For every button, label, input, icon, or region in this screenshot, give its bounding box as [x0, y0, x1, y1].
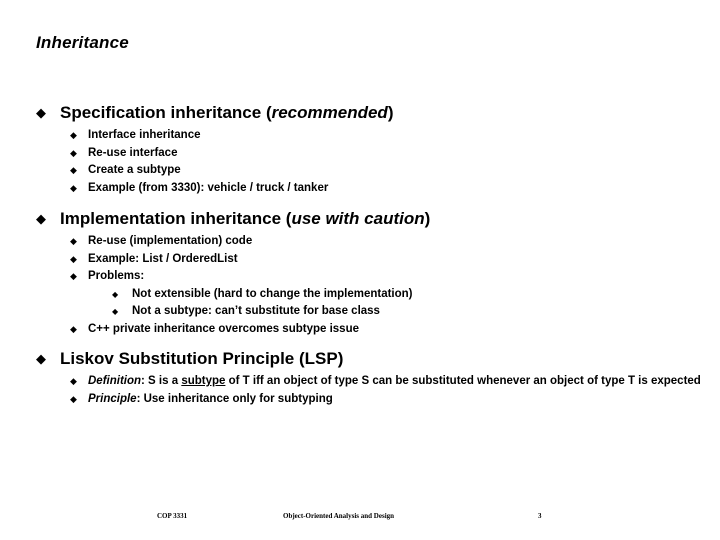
diamond-bullet-icon: ◆ — [112, 289, 119, 299]
presentation-slide: Inheritance ◆ Specification inheritance (… — [0, 0, 720, 540]
heading-text-emphasis: use with caution — [291, 209, 425, 228]
section-heading-lsp: ◆ Liskov Substitution Principle (LSP) — [0, 346, 720, 371]
sub-list-item: ◆ Not a subtype: can’t substitute for bas… — [0, 303, 720, 321]
heading-text-post: ) — [387, 103, 394, 122]
list-item: ◆ Example: List / OrderedList — [0, 251, 720, 269]
list-item: ◆ C++ private inheritance overcomes subty… — [0, 321, 720, 339]
sub-list-item-label: Not extensible (hard to change the imple… — [132, 287, 413, 300]
list-item-definition: ◆ Definition: S is a subtype of T iff an … — [0, 373, 720, 391]
list-item: ◆ Create a subtype — [0, 162, 720, 180]
section-heading-specification: ◆ Specification inheritance (recommended) — [0, 100, 720, 125]
list-item-label: Example: List / OrderedList — [88, 252, 238, 265]
section-liskov-substitution-principle: ◆ Liskov Substitution Principle (LSP) ◆ De… — [0, 346, 720, 408]
diamond-bullet-icon: ◆ — [70, 271, 77, 281]
definition-part-two: of T iff an object of type S can be subs… — [225, 375, 701, 387]
list-item-label: Re-use interface — [88, 146, 178, 159]
principle-text: : Use inheritance only for subtyping — [136, 392, 333, 405]
heading-text-pre: Implementation inheritance ( — [60, 209, 292, 228]
footer-course-code: COP 3331 — [157, 512, 188, 520]
heading-text-pre: Specification inheritance ( — [60, 103, 272, 122]
list-item-label: Re-use (implementation) code — [88, 235, 253, 247]
diamond-bullet-icon: ◆ — [70, 323, 77, 334]
principle-label: Principle — [88, 392, 137, 405]
diamond-bullet-icon: ◆ — [70, 236, 77, 246]
list-item-label: C++ private inheritance overcomes subtyp… — [88, 322, 360, 335]
list-item-label: Create a subtype — [88, 164, 181, 176]
diamond-bullet-icon: ◆ — [70, 376, 77, 386]
sub-list-item: ◆ Not extensible (hard to change the impl… — [0, 286, 720, 304]
list-item: ◆ Problems: — [0, 268, 720, 286]
slide-body: ◆ Specification inheritance (recommended)… — [0, 100, 720, 408]
diamond-bullet-icon: ◆ — [112, 307, 119, 316]
heading-text-emphasis: recommended — [271, 103, 388, 122]
definition-underlined-term: subtype — [181, 375, 226, 387]
diamond-bullet-icon: ◆ — [36, 211, 46, 226]
list-item: ◆ Re-use (implementation) code — [0, 233, 720, 251]
footer-course-name: Object-Oriented Analysis and Design — [283, 512, 395, 520]
list-item: ◆ Interface inheritance — [0, 127, 720, 145]
list-item-label: Example (from 3330): vehicle / truck / t… — [88, 181, 329, 194]
list-item: ◆ Re-use interface — [0, 145, 720, 163]
heading-text-pre: Liskov Substitution Principle (LSP) — [60, 349, 344, 368]
section-heading-implementation: ◆ Implementation inheritance (use with ca… — [0, 206, 720, 231]
list-item-principle: ◆ Principle: Use inheritance only for sub… — [0, 391, 720, 409]
diamond-bullet-icon: ◆ — [36, 351, 46, 366]
heading-text-post: ) — [424, 209, 431, 228]
footer-page-number: 3 — [538, 512, 542, 520]
slide-footer: COP 3331 Object-Oriented Analysis and De… — [0, 512, 720, 528]
slide-title: Inheritance — [36, 33, 129, 52]
diamond-bullet-icon: ◆ — [36, 105, 46, 120]
diamond-bullet-icon: ◆ — [70, 182, 77, 193]
diamond-bullet-icon: ◆ — [70, 393, 77, 404]
diamond-bullet-icon: ◆ — [70, 165, 77, 175]
section-implementation-inheritance: ◆ Implementation inheritance (use with ca… — [0, 206, 720, 338]
section-specification-inheritance: ◆ Specification inheritance (recommended)… — [0, 100, 720, 197]
diamond-bullet-icon: ◆ — [70, 130, 77, 140]
list-item-label: Problems: — [88, 270, 145, 282]
diamond-bullet-icon: ◆ — [70, 253, 77, 264]
list-item: ◆ Example (from 3330): vehicle / truck / … — [0, 180, 720, 198]
list-item-label: Interface inheritance — [88, 129, 201, 141]
diamond-bullet-icon: ◆ — [70, 147, 77, 158]
definition-label: Definition — [88, 375, 142, 387]
sub-list-item-label: Not a subtype: can’t substitute for base… — [132, 305, 380, 317]
definition-part-one: : S is a — [141, 375, 182, 387]
